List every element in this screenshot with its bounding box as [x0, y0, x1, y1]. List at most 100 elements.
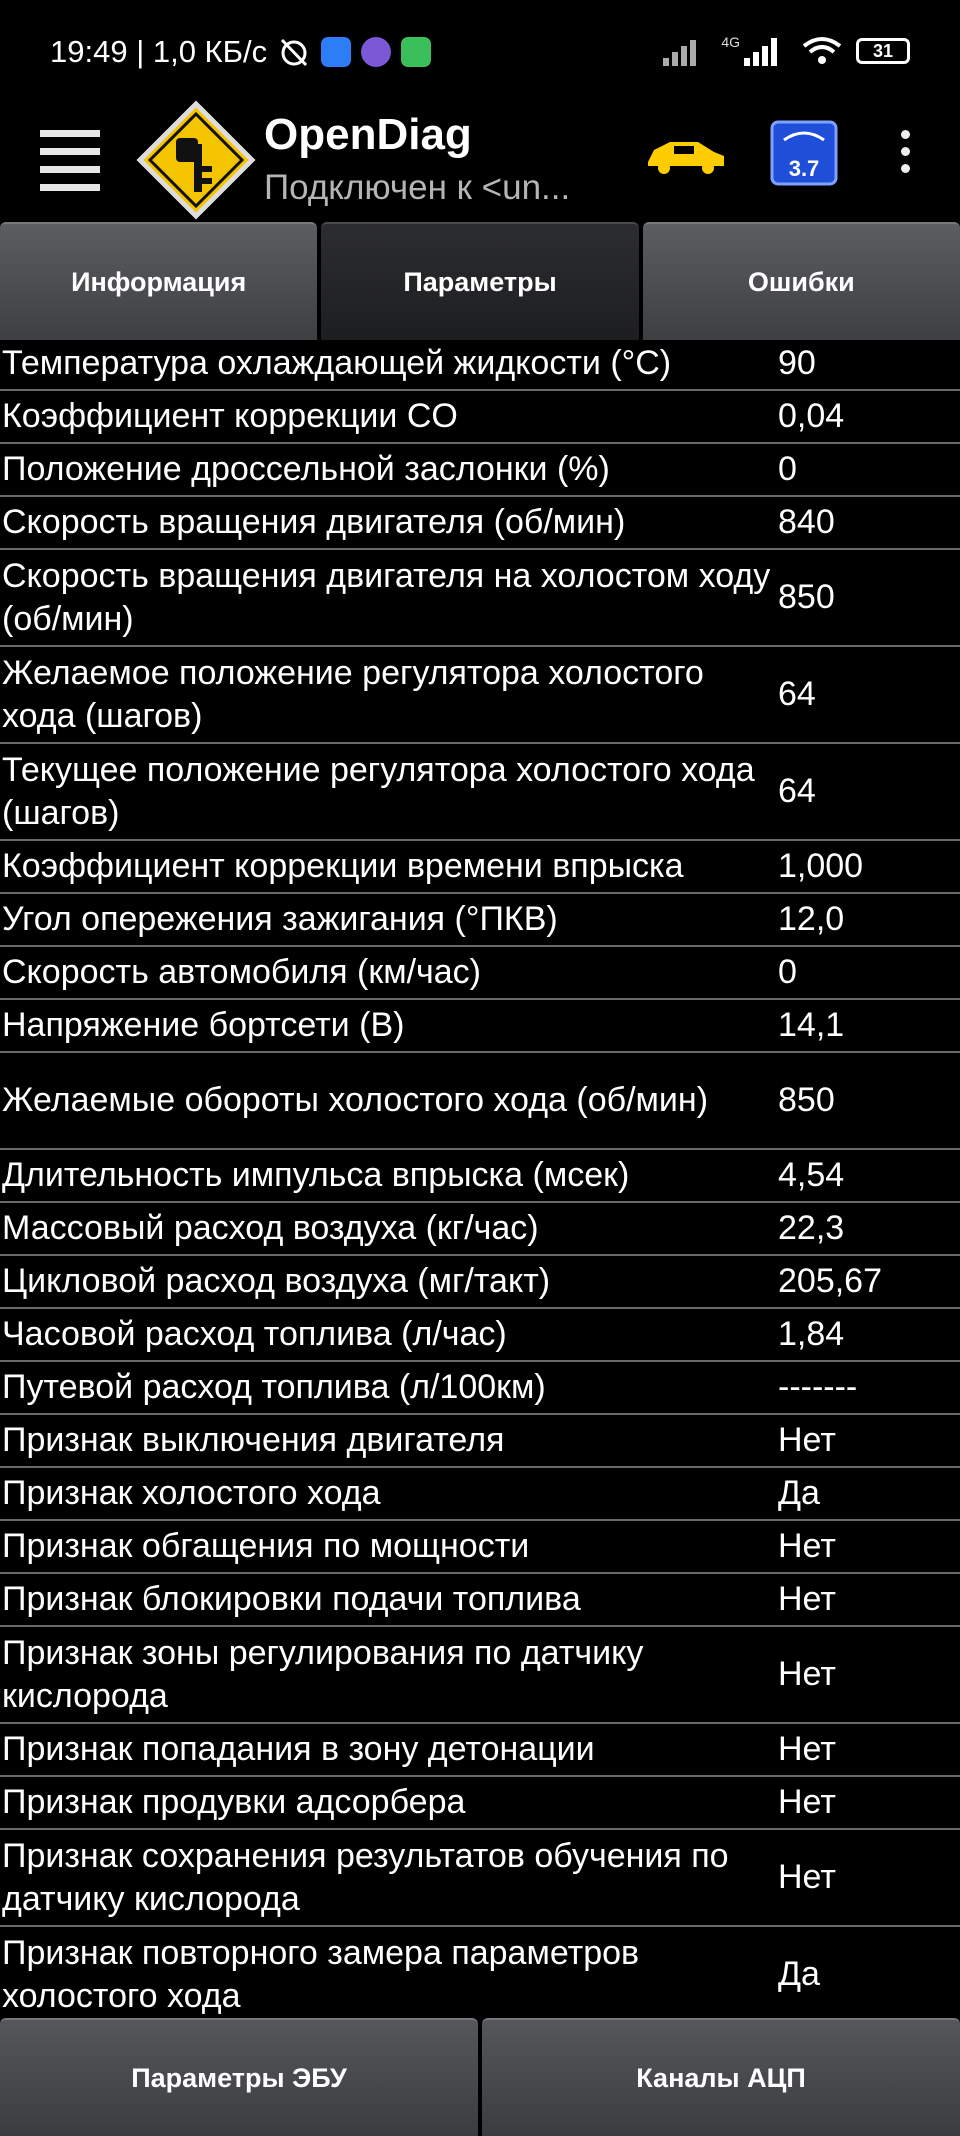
- param-row: Длительность импульса впрыска (мсек) 4,54: [0, 1150, 960, 1203]
- param-row: Желаемое положение регулятора холостого …: [0, 647, 960, 744]
- param-value: Нет: [778, 1783, 836, 1821]
- param-value: 840: [778, 503, 835, 541]
- param-value: Нет: [778, 1421, 836, 1459]
- param-name: Признак холостого хода: [2, 1474, 381, 1512]
- param-value: Нет: [778, 1858, 836, 1896]
- param-name: Признак повторного замера параметров хол…: [2, 1933, 640, 2015]
- param-name: Признак сохранения результатов обучения …: [2, 1836, 729, 1918]
- car-icon[interactable]: [644, 128, 728, 178]
- param-value: 14,1: [778, 1006, 845, 1044]
- more-vert-icon[interactable]: [895, 130, 915, 190]
- param-name: Текущее положение регулятора холостого х…: [2, 750, 755, 832]
- battery-icon: 31: [856, 38, 910, 64]
- network-type: 4G: [721, 34, 740, 50]
- param-row: Признак холостого хода Да: [0, 1468, 960, 1521]
- param-name: Угол опережения зажигания (°ПКВ): [2, 900, 558, 938]
- param-row: Угол опережения зажигания (°ПКВ) 12,0: [0, 894, 960, 947]
- param-value: 0,04: [778, 397, 845, 435]
- param-name: Скорость вращения двигателя на холостом …: [2, 556, 771, 638]
- param-value: Да: [778, 1474, 820, 1512]
- param-row: Признак сохранения результатов обучения …: [0, 1830, 960, 1927]
- obd-adapter-icon[interactable]: 3.7: [770, 120, 838, 186]
- param-value: 850: [778, 1081, 835, 1119]
- connection-status: Подключен к <un...: [264, 168, 571, 207]
- tab-errors[interactable]: Ошибки: [642, 222, 960, 340]
- param-name: Положение дроссельной заслонки (%): [2, 450, 610, 488]
- param-row: Признак выключения двигателя Нет: [0, 1415, 960, 1468]
- param-name: Цикловой расход воздуха (мг/такт): [2, 1262, 551, 1300]
- param-row: Признак обгащения по мощности Нет: [0, 1521, 960, 1574]
- param-row: Признак попадания в зону детонации Нет: [0, 1724, 960, 1777]
- param-name: Желаемые обороты холостого хода (об/мин): [2, 1081, 709, 1119]
- param-value: 4,54: [778, 1156, 845, 1194]
- svg-text:3.7: 3.7: [789, 156, 820, 181]
- adc-channels-button[interactable]: Каналы АЦП: [482, 2018, 960, 2136]
- param-value: Да: [778, 1955, 820, 1993]
- param-name: Скорость вращения двигателя (об/мин): [2, 503, 626, 541]
- param-row: Признак продувки адсорбера Нет: [0, 1777, 960, 1830]
- app-title: OpenDiag: [264, 110, 472, 159]
- param-value: Нет: [778, 1580, 836, 1618]
- signal-icon: [663, 40, 697, 66]
- param-name: Длительность импульса впрыска (мсек): [2, 1156, 630, 1194]
- param-name: Признак продувки адсорбера: [2, 1783, 466, 1821]
- param-name: Желаемое положение регулятора холостого …: [2, 653, 704, 735]
- status-bar: 19:49 | 1,0 КБ/с 4G 31: [0, 0, 960, 110]
- menu-button[interactable]: [40, 120, 100, 191]
- param-value: 0: [778, 953, 797, 991]
- messages-app-icon: [321, 37, 352, 67]
- param-row: Цикловой расход воздуха (мг/такт) 205,67: [0, 1256, 960, 1309]
- param-row: Коэффициент коррекции CO 0,04: [0, 391, 960, 444]
- param-row: Признак зоны регулирования по датчику ки…: [0, 1627, 960, 1724]
- param-row: Температура охлаждающей жидкости (°C) 90: [0, 338, 960, 391]
- param-name: Коэффициент коррекции CO: [2, 397, 458, 435]
- tab-info[interactable]: Информация: [0, 222, 318, 340]
- bottom-bar: Параметры ЭБУ Каналы АЦП: [0, 2018, 960, 2136]
- param-row: Признак повторного замера параметров хол…: [0, 1927, 960, 2018]
- param-value: 90: [778, 344, 816, 382]
- param-row: Скорость вращения двигателя (об/мин) 840: [0, 497, 960, 550]
- param-row: Путевой расход топлива (л/100км) -------: [0, 1362, 960, 1415]
- param-name: Признак блокировки подачи топлива: [2, 1580, 581, 1618]
- param-name: Признак зоны регулирования по датчику ки…: [2, 1633, 644, 1715]
- wifi-icon: [802, 37, 842, 64]
- param-row: Желаемые обороты холостого хода (об/мин)…: [0, 1053, 960, 1150]
- param-row: Часовой расход топлива (л/час) 1,84: [0, 1309, 960, 1362]
- param-name: Температура охлаждающей жидкости (°C): [2, 344, 672, 382]
- param-name: Коэффициент коррекции времени впрыска: [2, 847, 684, 885]
- param-value: 205,67: [778, 1262, 882, 1300]
- param-name: Скорость автомобиля (км/час): [2, 953, 482, 991]
- alarm-off-icon: [280, 38, 308, 67]
- param-name: Напряжение бортсети (В): [2, 1006, 405, 1044]
- ecu-params-button[interactable]: Параметры ЭБУ: [0, 2018, 478, 2136]
- param-row: Скорость автомобиля (км/час) 0: [0, 947, 960, 1000]
- chat-app-icon: [401, 37, 432, 67]
- param-row: Текущее положение регулятора холостого х…: [0, 744, 960, 841]
- tab-bar: Информация Параметры Ошибки: [0, 222, 960, 340]
- battery-level: 31: [872, 40, 894, 61]
- param-row: Напряжение бортсети (В) 14,1: [0, 1000, 960, 1053]
- param-value: 12,0: [778, 900, 845, 938]
- params-list[interactable]: Температура охлаждающей жидкости (°C) 90 …: [0, 338, 960, 2018]
- param-value: 64: [778, 772, 816, 810]
- signal-4g-icon: [744, 38, 777, 66]
- param-name: Признак обгащения по мощности: [2, 1527, 530, 1565]
- param-row: Скорость вращения двигателя на холостом …: [0, 550, 960, 647]
- app-logo-icon: [136, 100, 256, 220]
- param-row: Положение дроссельной заслонки (%) 0: [0, 444, 960, 497]
- param-value: Нет: [778, 1527, 836, 1565]
- param-value: 0: [778, 450, 797, 488]
- tab-params[interactable]: Параметры: [321, 222, 639, 340]
- param-value: 850: [778, 578, 835, 616]
- param-value: Нет: [778, 1730, 836, 1768]
- param-row: Массовый расход воздуха (кг/час) 22,3: [0, 1203, 960, 1256]
- app-bar: OpenDiag Подключен к <un... 3.7: [0, 100, 960, 220]
- param-value: Нет: [778, 1655, 836, 1693]
- viber-icon: [361, 37, 392, 67]
- param-name: Часовой расход топлива (л/час): [2, 1315, 507, 1353]
- param-value: 1,84: [778, 1315, 845, 1353]
- param-name: Массовый расход воздуха (кг/час): [2, 1209, 539, 1247]
- param-name: Путевой расход топлива (л/100км): [2, 1368, 546, 1406]
- param-value: 64: [778, 675, 816, 713]
- param-name: Признак попадания в зону детонации: [2, 1730, 595, 1768]
